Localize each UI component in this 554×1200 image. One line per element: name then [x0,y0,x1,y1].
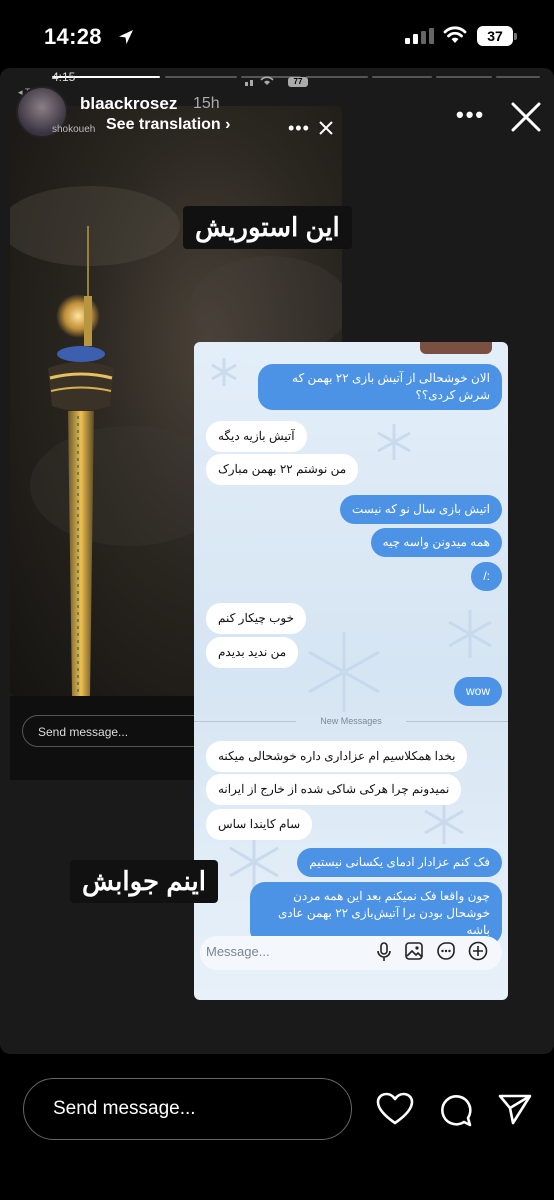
story-progress-segment [372,76,432,78]
divider [406,721,508,722]
message-bubble-outgoing: :/ [471,562,502,591]
message-bubble-incoming: سام کایندا ساس [206,809,313,840]
inner-more-icon: ••• [288,118,310,138]
message-bubble-outgoing: اتیش بازی سال نو که نیست [339,495,502,524]
message-bubble-outgoing: همه میدونن واسه چیه [370,528,502,557]
top-message-fragment [420,342,492,354]
story-caption-top: این استوریش [183,206,352,249]
close-icon[interactable] [510,101,542,133]
heart-icon[interactable] [376,1092,414,1126]
more-icon[interactable]: ••• [456,102,485,128]
message-bubble-incoming: نمیدونم چرا هرکی شاکی شده از خارج از ایر… [206,774,462,805]
sticker-icon [437,942,455,960]
message-bubble-incoming: من نوشتم ۲۲ بهمن مبارک [206,454,359,485]
story-caption-bottom: اینم جوابش [70,860,218,903]
message-bubble-incoming: آتیش بازیه دیگه [206,421,307,452]
story-progress-segment [496,76,540,78]
message-bubble-incoming: من ندید بدیدم [206,637,299,668]
send-icon[interactable] [497,1092,533,1126]
chat-screenshot: الان خوشحالی از آتیش بازی ۲۲ بهمن که شرش… [194,342,508,1000]
inner-battery-icon: 77 [288,77,308,87]
message-bubble-incoming: خوب چیکار کنم [206,603,307,634]
location-arrow-icon [119,30,133,44]
story-username[interactable]: blaackrosez [80,94,177,114]
see-translation-label: See translation [106,116,221,133]
plus-icon [468,941,488,961]
wifi-icon [443,26,467,43]
message-bubble-outgoing: فک کنم عزادار ادمای یکسانی نیستیم [297,848,502,877]
see-translation-link[interactable]: See translation › [106,116,230,134]
message-bubble-outgoing: الان خوشحالی از آتیش بازی ۲۲ بهمن که شرش… [258,364,502,410]
story-progress-segment [165,76,237,78]
battery-icon: 37 [477,26,517,46]
story-time: 15h [193,95,220,112]
inner-close-icon [319,121,333,135]
message-bubble-outgoing: wow [453,677,502,706]
story-progress-segment [306,76,368,78]
mic-icon [377,942,391,961]
message-bubble-incoming: بخدا همکلاسیم ام عزاداری داره خوشحالی می… [206,741,468,772]
gallery-icon [405,942,423,960]
send-message-input[interactable]: Send message... [23,1078,352,1140]
avatar-label: shokoueh [52,124,96,135]
inner-signal-icon [245,76,274,86]
inner-status-time: 4:15 [52,70,76,84]
comment-icon[interactable] [437,1092,473,1128]
chevron-right-icon: › [225,116,231,133]
chat-input-placeholder: Message... [206,944,270,959]
story-progress-segment [436,76,492,78]
status-time: 14:28 [44,24,102,49]
signal-icon [405,28,434,44]
inner-send-message-field: Send message... [22,715,222,747]
